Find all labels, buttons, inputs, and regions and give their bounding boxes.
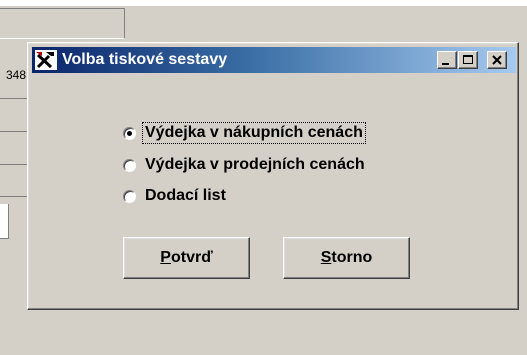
background-divider bbox=[0, 196, 27, 197]
radio-option-label: Výdejka v prodejních cenách bbox=[145, 156, 365, 173]
background-divider bbox=[0, 38, 124, 39]
close-button[interactable] bbox=[487, 51, 507, 69]
confirm-button-label: otvrď bbox=[170, 249, 213, 266]
maximize-button[interactable] bbox=[458, 51, 478, 69]
close-icon bbox=[492, 55, 502, 65]
background-field bbox=[0, 204, 9, 239]
background-divider bbox=[0, 98, 27, 99]
hammer-and-pick-icon bbox=[35, 50, 57, 70]
maximize-icon bbox=[463, 55, 473, 64]
background-divider bbox=[0, 164, 27, 165]
radio-button-selected[interactable] bbox=[123, 126, 136, 140]
dialog-titlebar[interactable]: Volba tiskové sestavy bbox=[32, 47, 516, 73]
confirm-button-accelerator: P bbox=[160, 249, 171, 266]
radio-option-delivery-note[interactable]: Dodací list bbox=[123, 184, 228, 208]
confirm-button[interactable]: Potvrď bbox=[123, 237, 250, 279]
radio-option-label: Dodací list bbox=[145, 187, 226, 204]
background-partial-text: 348 bbox=[6, 68, 27, 82]
radio-option-label: Výdejka v nákupních cenách bbox=[142, 122, 366, 144]
cancel-button[interactable]: Storno bbox=[283, 237, 410, 279]
radio-option-sale-prices[interactable]: Výdejka v prodejních cenách bbox=[123, 153, 367, 177]
radio-option-purchase-prices[interactable]: Výdejka v nákupních cenách bbox=[123, 121, 366, 145]
radio-button[interactable] bbox=[123, 189, 136, 203]
cancel-button-accelerator: S bbox=[320, 249, 332, 266]
background-divider bbox=[0, 131, 27, 132]
minimize-icon bbox=[442, 63, 449, 65]
report-selection-dialog: Volba tiskové sestavy Výdejka v nákupníc… bbox=[27, 42, 519, 310]
background-divider bbox=[0, 8, 124, 9]
radio-button[interactable] bbox=[123, 158, 136, 172]
dialog-title: Volba tiskové sestavy bbox=[62, 51, 228, 68]
cancel-button-label: torno bbox=[331, 249, 373, 266]
background-divider bbox=[124, 8, 125, 38]
minimize-button[interactable] bbox=[437, 51, 457, 69]
